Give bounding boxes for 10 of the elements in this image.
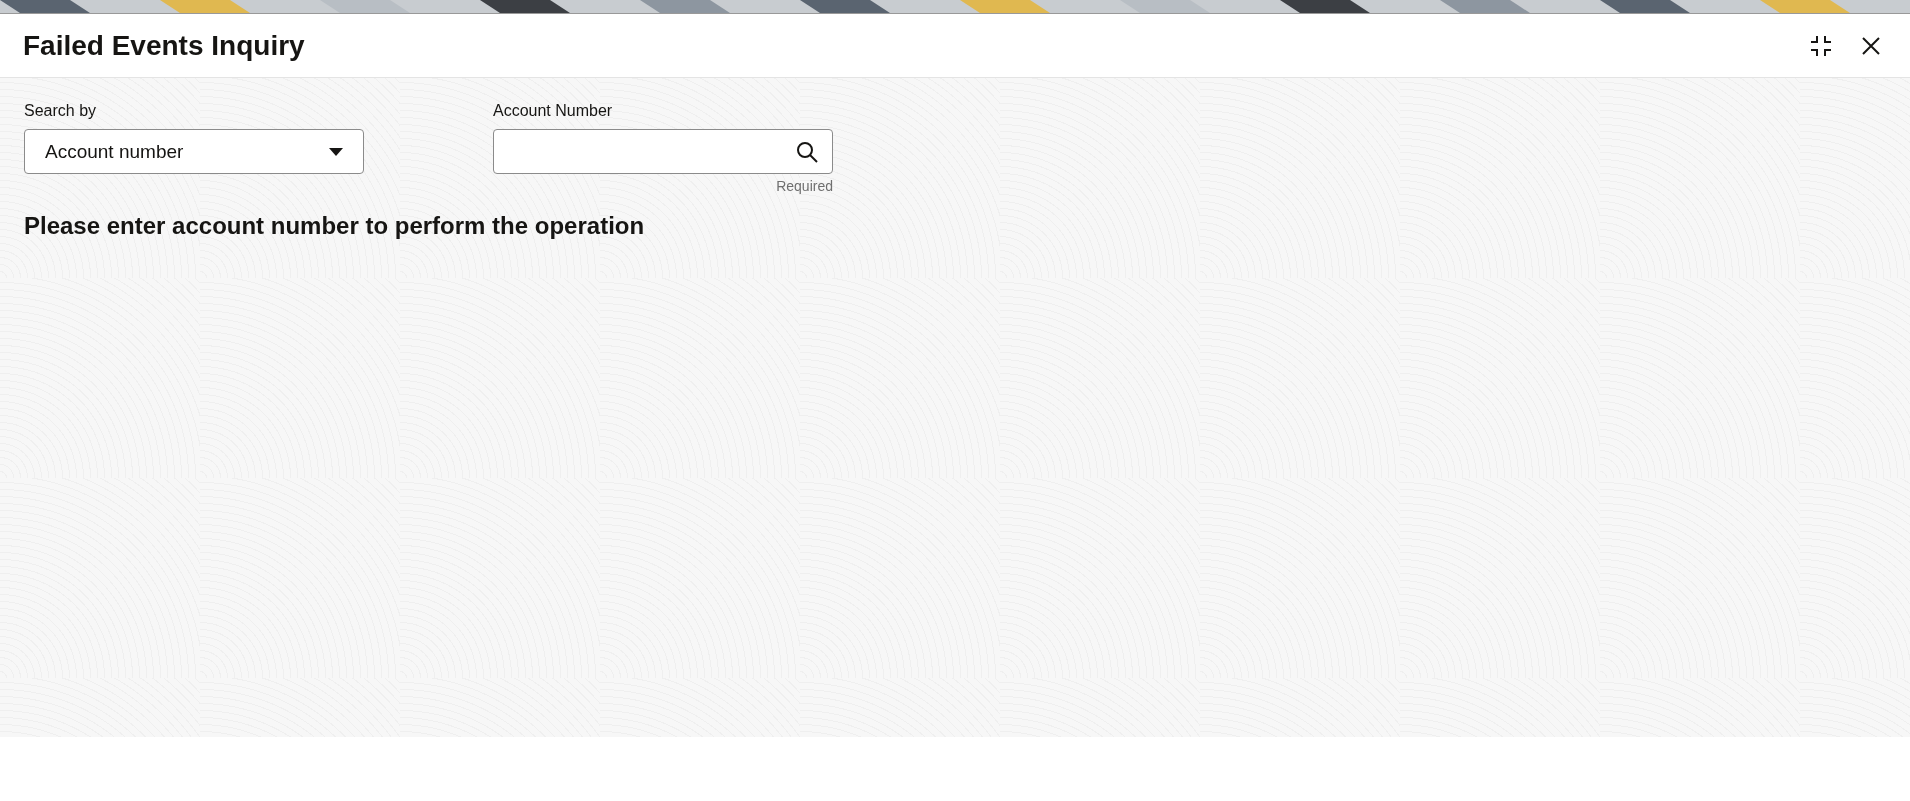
- field-label: Account Number: [493, 102, 614, 120]
- account-number-field[interactable]: [493, 129, 833, 174]
- field-label: Search by: [24, 102, 98, 120]
- instruction-message: Please enter account number to perform the operation: [24, 212, 646, 240]
- search-by-dropdown[interactable]: Account number: [24, 129, 364, 174]
- close-icon: [1860, 34, 1882, 57]
- search-icon: [796, 140, 818, 163]
- required-hint: Required: [776, 178, 833, 194]
- caret-icon: [329, 147, 343, 156]
- window-title: Failed Events Inquiry: [23, 29, 306, 62]
